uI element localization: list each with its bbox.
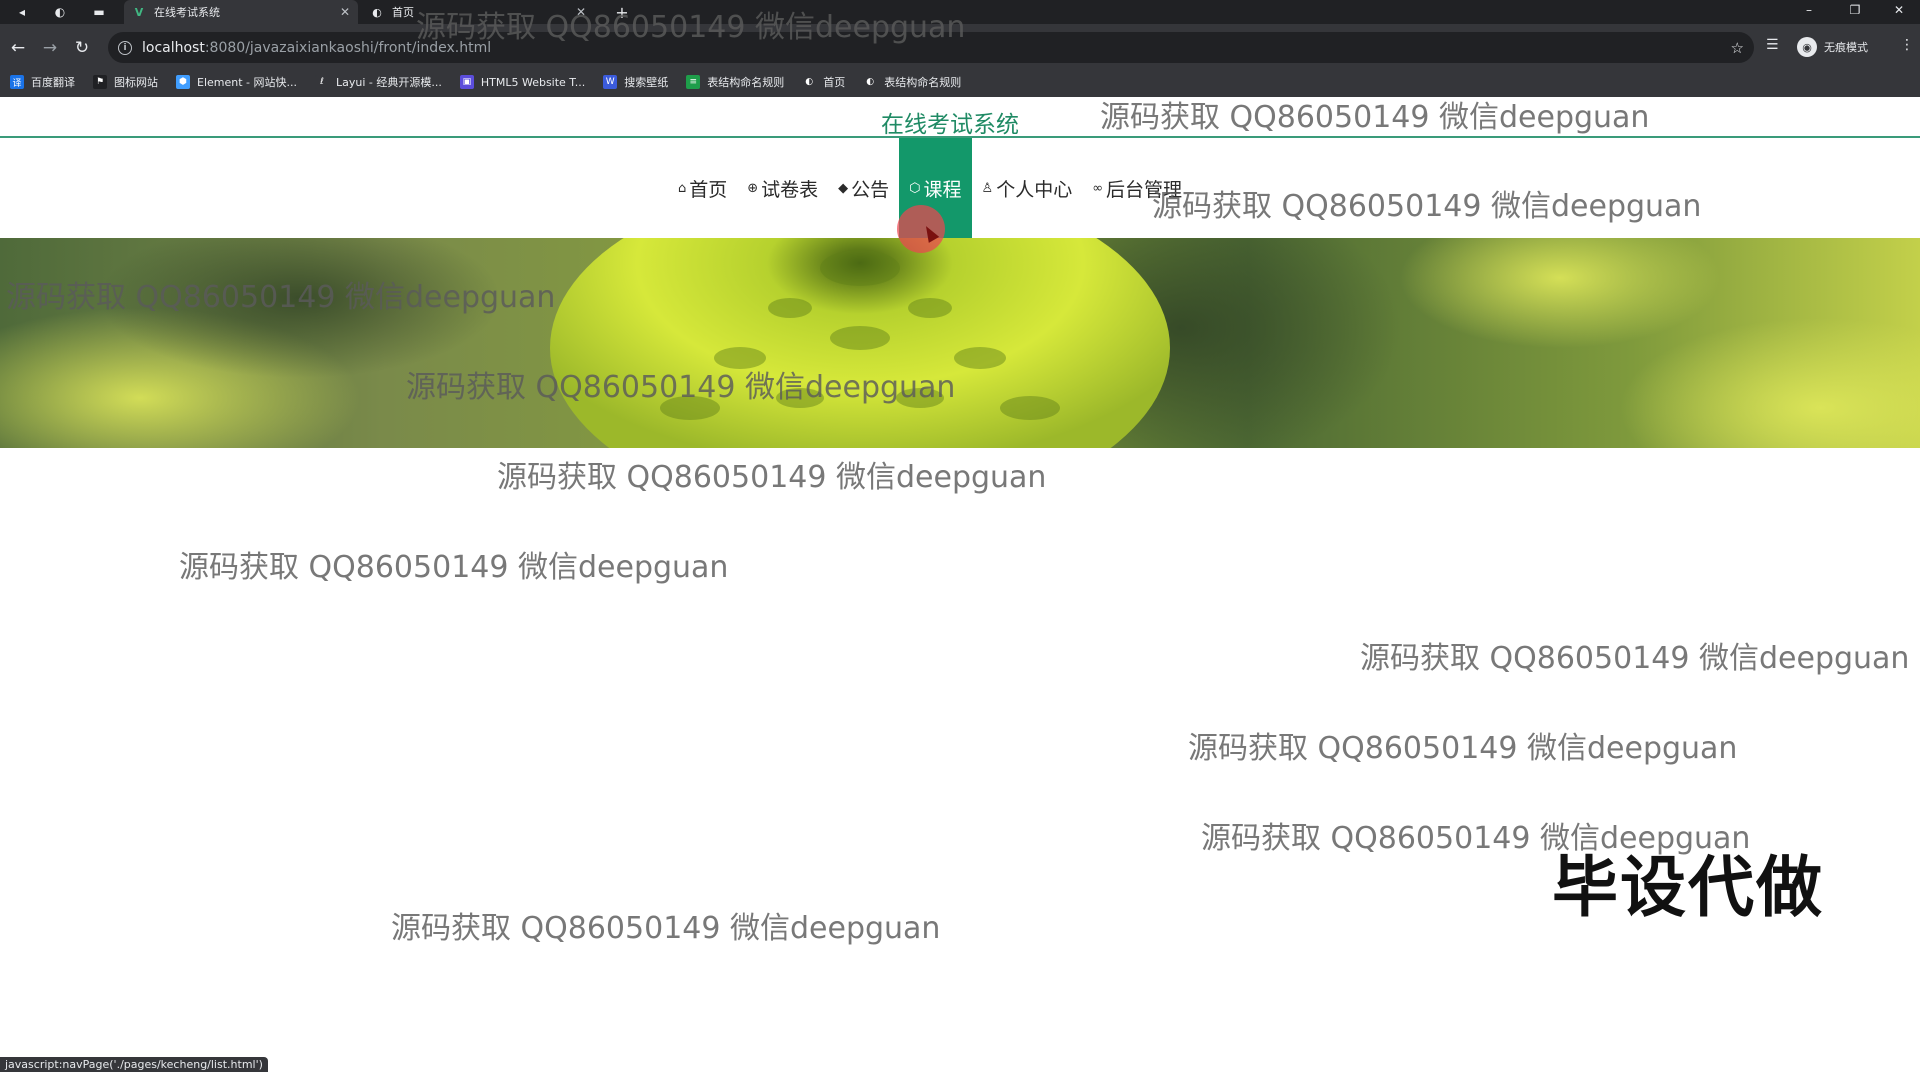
nav-item-1[interactable]: ⊕ 试卷表 — [737, 138, 828, 238]
bookmark-favicon-icon: 译 — [10, 75, 24, 89]
speaker-icon[interactable]: ◂ — [8, 0, 36, 24]
user-icon: ♙ — [981, 180, 994, 196]
restore-button[interactable]: ❐ — [1832, 0, 1878, 20]
bookmark-favicon-icon: ℓ — [315, 75, 329, 89]
watermark-text: 源码获取 QQ86050149 微信deepguan — [6, 280, 556, 315]
watermark-text: 源码获取 QQ86050149 微信deepguan — [406, 370, 956, 405]
graduation-cap-icon: ◆ — [838, 180, 849, 196]
reload-button[interactable]: ↻ — [68, 34, 96, 62]
menu-icon[interactable]: ⋮ — [1900, 37, 1914, 53]
bookmark-favicon-icon: ◐ — [863, 75, 878, 89]
bookmark-label: 首页 — [823, 76, 846, 89]
profile-label: 无痕模式 — [1824, 41, 1868, 54]
forward-button[interactable]: → — [36, 34, 64, 62]
bookmark-item[interactable]: ≡ 表结构命名规则 — [686, 74, 784, 90]
chrysanthemum-photo — [0, 238, 1920, 448]
hexagon-icon: ⬡ — [909, 180, 921, 196]
nav-item-4[interactable]: ♙ 个人中心 — [972, 138, 1083, 238]
bookmark-label: 表结构命名规则 — [884, 76, 962, 89]
watermark-text: 源码获取 QQ86050149 微信deepguan — [1100, 100, 1650, 135]
bookmark-favicon-icon: W — [603, 75, 618, 89]
tab-label: 在线考试系统 — [154, 6, 220, 19]
bookmark-favicon-icon: ▣ — [459, 75, 474, 89]
watermark-text: 源码获取 QQ86050149 微信deepguan — [1188, 731, 1738, 766]
bookmark-label: 图标网站 — [114, 76, 158, 89]
bookmark-label: Layui - 经典开源模... — [336, 76, 442, 89]
bookmark-favicon-icon: ⬢ — [176, 75, 190, 89]
bookmark-label: 搜索壁纸 — [624, 76, 669, 89]
bookmark-label: Element - 网站快... — [197, 76, 297, 89]
watermark-text: 源码获取 QQ86050149 微信deepguan — [416, 10, 966, 45]
bookmark-favicon-icon: ⚑ — [93, 75, 107, 89]
nav-item-0[interactable]: ⌂ 首页 — [668, 138, 737, 238]
url-host: localhost — [142, 39, 205, 56]
bookmark-label: HTML5 Website T... — [480, 75, 586, 89]
bookmark-item[interactable]: W 搜索壁纸 — [603, 74, 668, 90]
close-window-button[interactable]: ✕ — [1876, 0, 1920, 20]
bookmark-favicon-icon: ◐ — [802, 75, 817, 89]
browser-icon[interactable]: ◐ — [46, 0, 74, 24]
bookmark-label: 百度翻译 — [31, 76, 75, 89]
bookmark-star-icon[interactable]: ☆ — [1731, 39, 1744, 57]
nav-label: 个人中心 — [996, 178, 1073, 201]
bookmark-item[interactable]: ◐ 首页 — [802, 74, 845, 90]
nav-label: 试卷表 — [761, 178, 819, 201]
bookmark-item[interactable]: ℓ Layui - 经典开源模... — [315, 74, 442, 90]
hero-banner-image — [0, 238, 1920, 448]
watermark-text: 源码获取 QQ86050149 微信deepguan — [497, 460, 1047, 495]
minimize-button[interactable]: – — [1786, 0, 1832, 20]
nav-label: 公告 — [851, 178, 890, 201]
bookmark-item[interactable]: ◐ 表结构命名规则 — [863, 74, 961, 90]
bookmark-item[interactable]: ▣ HTML5 Website T... — [459, 75, 586, 89]
watermark-text: 源码获取 QQ86050149 微信deepguan — [179, 550, 729, 585]
status-bar-link: javascript:navPage('./pages/kecheng/list… — [0, 1057, 268, 1072]
bookmark-label: 表结构命名规则 — [707, 76, 785, 89]
nav-item-2[interactable]: ◆ 公告 — [828, 138, 899, 238]
info-icon[interactable]: i — [118, 40, 132, 55]
bookmark-item[interactable]: 译百度翻译 — [10, 74, 75, 90]
reading-list-icon[interactable]: ☰ — [1766, 37, 1779, 53]
tab-label: 首页 — [392, 6, 414, 19]
close-icon[interactable]: ✕ — [340, 5, 350, 19]
tab-online-exam[interactable]: V 在线考试系统 ✕ — [124, 0, 358, 24]
watermark-text: 源码获取 QQ86050149 微信deepguan — [1360, 641, 1910, 676]
watermark-text: 源码获取 QQ86050149 微信deepguan — [391, 911, 941, 946]
globe-icon: ⊕ — [747, 180, 759, 196]
bookmark-item[interactable]: ⚑ 图标网站 — [93, 74, 158, 90]
window-icon[interactable]: ▬ — [85, 0, 113, 24]
bookmark-favicon-icon: ≡ — [686, 75, 701, 89]
globe-icon: ◐ — [372, 5, 382, 19]
bookmark-item[interactable]: ⬢ Element - 网站快... — [176, 74, 297, 90]
home-icon: ⌂ — [677, 180, 687, 196]
vue-icon: V — [134, 5, 144, 19]
incognito-profile[interactable]: ◉ 无痕模式 — [1797, 36, 1868, 58]
nav-label: 首页 — [689, 178, 728, 201]
nav-label: 课程 — [923, 178, 962, 201]
incognito-icon: ◉ — [1797, 37, 1817, 57]
link-icon: ∞ — [1092, 180, 1104, 196]
back-button[interactable]: ← — [4, 34, 32, 62]
watermark-text: 源码获取 QQ86050149 微信deepguan — [1152, 189, 1702, 224]
promo-stamp-text: 毕设代做 — [1552, 849, 1824, 926]
